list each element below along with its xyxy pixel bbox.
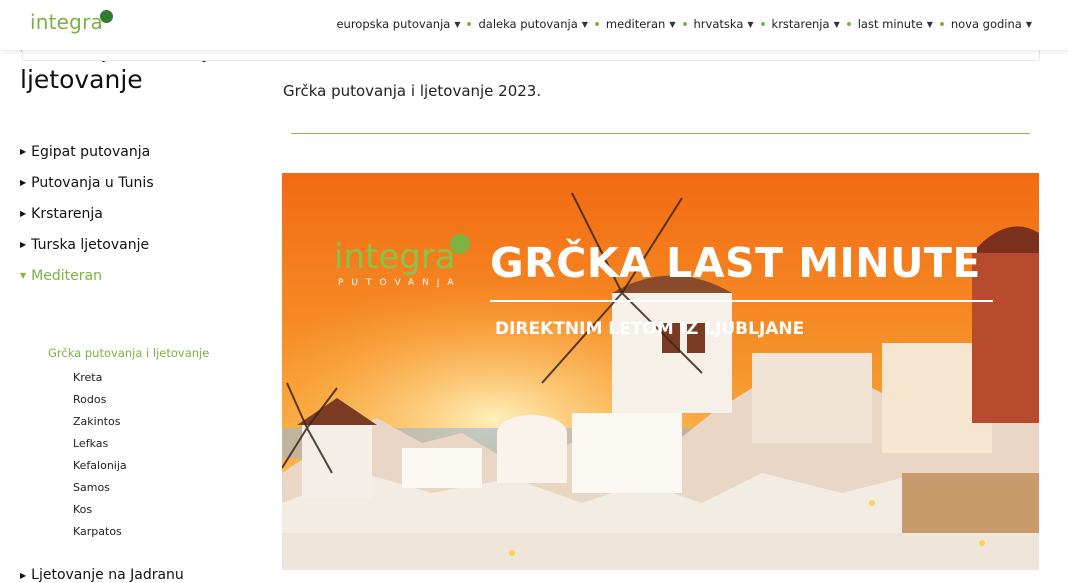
main-nav: europska putovanja ▼ daleka putovanja ▼ me… <box>336 17 1032 31</box>
sidebar-item-label: Krstarenja <box>31 205 103 222</box>
banner-divider <box>490 300 993 302</box>
sidebar-subsub-item[interactable]: Rodos <box>73 389 127 411</box>
caret-down-icon: ▼ <box>833 19 840 29</box>
triangle-down-icon: ▼ <box>20 271 27 280</box>
sidebar-subsub-item[interactable]: Zakintos <box>73 411 127 433</box>
banner-headline: GRČKA LAST MINUTE <box>490 239 981 287</box>
banner-subline: DIREKTNIM LETOM IZ LJUBLJANE <box>495 319 805 339</box>
nav-label: daleka putovanja <box>478 17 578 31</box>
nav-label: krstarenja <box>771 17 830 31</box>
caret-down-icon: ▼ <box>581 19 588 29</box>
banner-logo-text: integra <box>334 237 456 277</box>
sidebar-subsub-item[interactable]: Kefalonija <box>73 455 127 477</box>
sidebar-subsub-item[interactable]: Kreta <box>73 367 127 389</box>
sidebar-menu: ▶ Egipat putovanja ▶ Putovanja u Tunis ▶ Kr… <box>20 136 270 291</box>
caret-down-icon: ▼ <box>1025 19 1032 29</box>
caret-down-icon: ▼ <box>669 19 676 29</box>
triangle-right-icon: ▶ <box>20 570 27 580</box>
nav-item-hrvatska[interactable]: hrvatska ▼ <box>694 17 754 31</box>
nav-item-krstarenja[interactable]: krstarenja ▼ <box>772 17 840 31</box>
nav-label: last minute <box>857 17 923 31</box>
page-title: Grčka putovanja i ljetovanje 2023. <box>283 82 542 100</box>
sidebar-item-label: Egipat putovanja <box>31 143 151 160</box>
triangle-right-icon: ▶ <box>20 240 27 249</box>
nav-item-last-minute[interactable]: last minute ▼ <box>858 17 933 31</box>
triangle-right-icon: ▶ <box>20 178 27 187</box>
nav-separator <box>467 22 472 26</box>
banner-logo-sub: PUTOVANJA <box>338 278 462 288</box>
banner-logo: integra <box>334 234 470 277</box>
nav-label: nova godina <box>950 17 1022 31</box>
nav-label: europska putovanja <box>336 17 451 31</box>
sidebar-subsub-item[interactable]: Kos <box>73 499 127 521</box>
sidebar-item-krstarenja[interactable]: ▶ Krstarenja <box>20 198 270 229</box>
santorini-scene-image <box>282 173 1039 570</box>
promo-banner[interactable]: integra PUTOVANJA GRČKA LAST MINUTE DIRE… <box>282 173 1039 570</box>
sidebar-item-label: Mediteran <box>31 267 102 284</box>
nav-separator <box>682 22 687 26</box>
sidebar-subsub-item[interactable]: Samos <box>73 477 127 499</box>
triangle-right-icon: ▶ <box>20 209 27 218</box>
nav-label: hrvatska <box>693 17 744 31</box>
nav-item-daleka-putovanja[interactable]: daleka putovanja ▼ <box>478 17 587 31</box>
sidebar-subsub-list: Kreta Rodos Zakintos Lefkas Kefalonija S… <box>73 367 127 543</box>
caret-down-icon: ▼ <box>747 19 754 29</box>
brand-logo[interactable]: integra <box>30 10 113 34</box>
title-divider <box>291 133 1030 134</box>
sidebar-item-egipat[interactable]: ▶ Egipat putovanja <box>20 136 270 167</box>
nav-label: mediteran <box>605 17 666 31</box>
nav-separator <box>760 22 765 26</box>
sidebar-subitem-grcka[interactable]: Grčka putovanja i ljetovanje <box>48 346 209 360</box>
sidebar-item-mediteran[interactable]: ▼ Mediteran <box>20 260 270 291</box>
nav-separator <box>846 22 851 26</box>
sidebar-item-turska[interactable]: ▶ Turska ljetovanje <box>20 229 270 260</box>
caret-down-icon: ▼ <box>454 19 461 29</box>
caret-down-icon: ▼ <box>926 19 933 29</box>
nav-item-nova-godina[interactable]: nova godina ▼ <box>951 17 1032 31</box>
sidebar-subsub-item[interactable]: Lefkas <box>73 433 127 455</box>
nav-item-mediteran[interactable]: mediteran ▼ <box>606 17 676 31</box>
triangle-right-icon: ▶ <box>20 147 27 156</box>
logo-dot-icon <box>99 10 113 23</box>
logo-text: integra <box>30 10 103 34</box>
nav-item-europska-putovanja[interactable]: europska putovanja ▼ <box>336 17 460 31</box>
banner-logo-dot-icon <box>449 234 470 254</box>
top-navbar: integra europska putovanja ▼ daleka putov… <box>0 0 1068 50</box>
nav-separator <box>594 22 599 26</box>
sidebar-subsub-item[interactable]: Karpatos <box>73 521 127 543</box>
sidebar-item-label: Turska ljetovanje <box>31 236 150 253</box>
sidebar-item-label: Putovanja u Tunis <box>31 174 154 191</box>
nav-separator <box>939 22 944 26</box>
sidebar-item-tunis[interactable]: ▶ Putovanja u Tunis <box>20 167 270 198</box>
